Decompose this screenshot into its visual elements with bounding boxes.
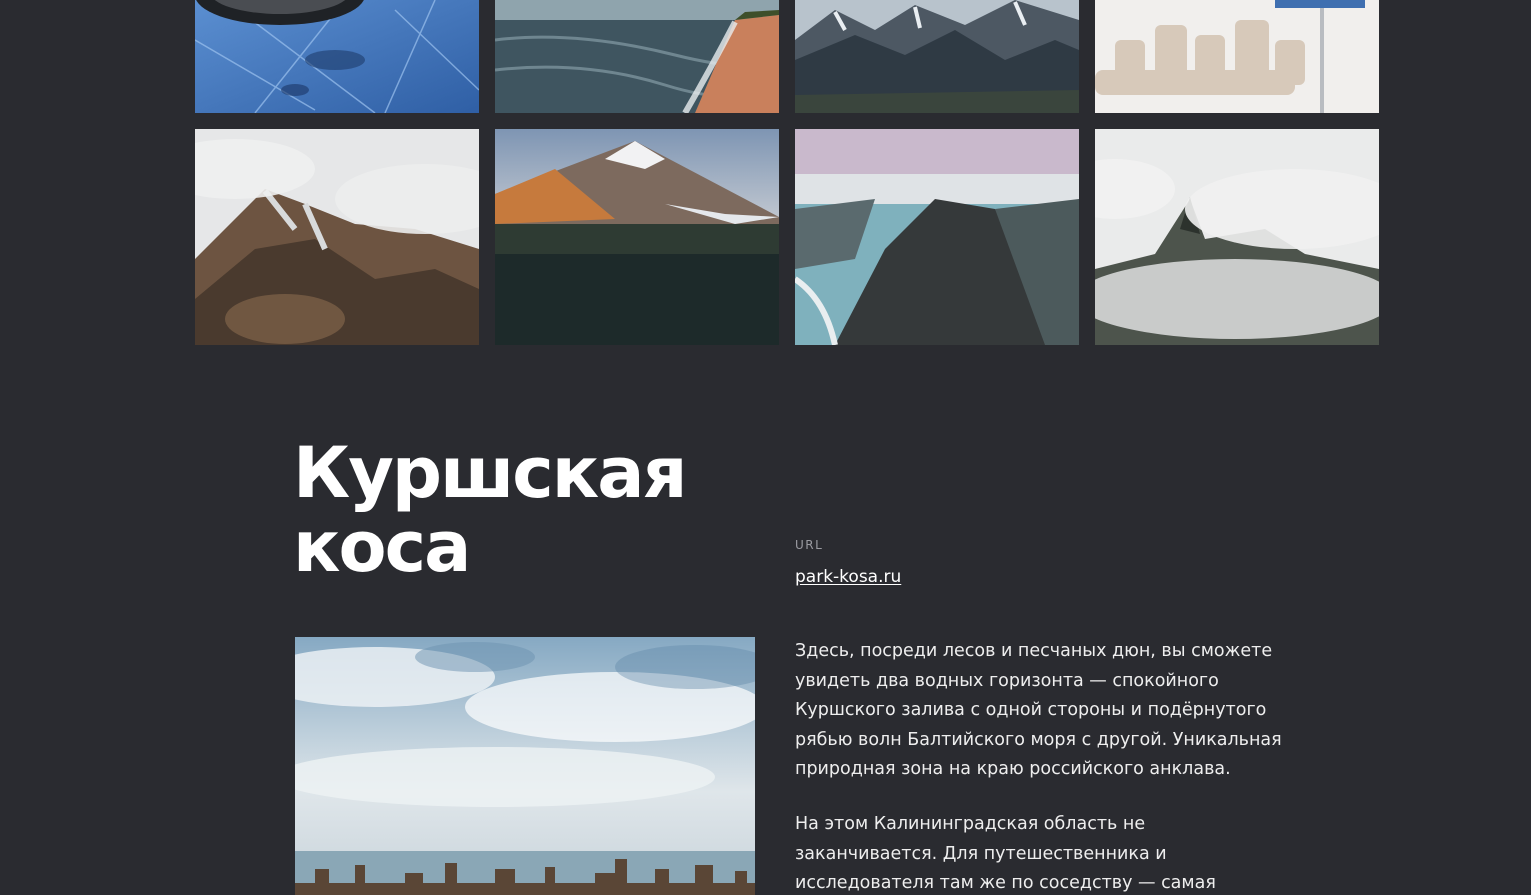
description-paragraph: На этом Калининградская область не закан…: [795, 814, 1216, 893]
section-title: Куршская коса: [293, 432, 687, 588]
gallery-photo-snowy-mountains[interactable]: [795, 0, 1079, 113]
gallery-photo-sea-beach[interactable]: [495, 0, 779, 113]
gallery-photo-snow-volcano[interactable]: [495, 129, 779, 345]
gallery-photo-misty-volcano[interactable]: [195, 129, 479, 345]
description-paragraph: Здесь, посреди лесов и песчаных дюн, вы …: [795, 641, 1282, 779]
gallery-photo-tetrapods[interactable]: [1095, 0, 1379, 113]
gallery-photo-frozen-lake[interactable]: [195, 0, 479, 113]
page: Куршская коса URL park-kosa.ru Здесь, по…: [0, 0, 1531, 895]
url-label: URL: [795, 538, 824, 552]
gallery-photo-peaks-clouds[interactable]: [1095, 129, 1379, 345]
website-link[interactable]: park-kosa.ru: [795, 567, 901, 587]
gallery-photo-cliff-coast[interactable]: [795, 129, 1079, 345]
feature-photo: [295, 637, 755, 895]
